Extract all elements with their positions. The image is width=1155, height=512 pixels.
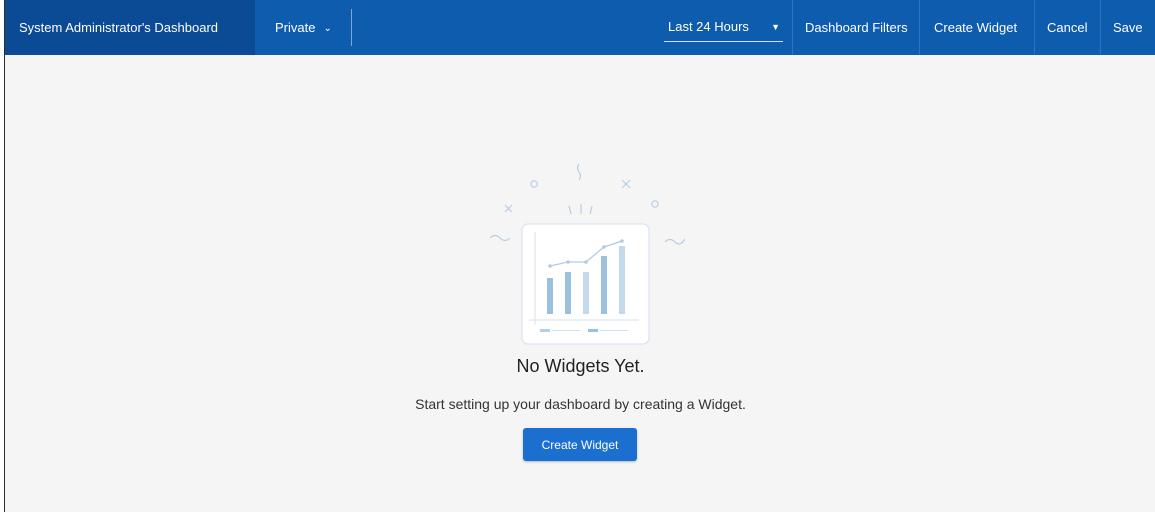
circle-sparkle-icon <box>651 200 659 208</box>
dashboard-filters-label: Dashboard Filters <box>805 20 908 35</box>
chart-bar <box>583 272 589 314</box>
dashboard-title-text: System Administrator's Dashboard <box>19 20 219 35</box>
dashboard-title: System Administrator's Dashboard <box>5 0 255 55</box>
burst-lines-icon <box>568 204 593 215</box>
create-widget-button[interactable]: Create Widget <box>523 428 637 461</box>
cross-sparkle-icon <box>621 179 631 189</box>
save-label: Save <box>1113 20 1143 35</box>
header-divider <box>919 0 920 55</box>
chart-bar <box>565 272 571 314</box>
circle-sparkle-icon <box>530 180 538 188</box>
header-divider <box>792 0 793 55</box>
chevron-down-icon: ⌄ <box>323 23 332 34</box>
caret-down-icon: ▼ <box>771 21 780 32</box>
create-widget-header-button[interactable]: Create Widget <box>934 0 1017 55</box>
dashboard-filters-button[interactable]: Dashboard Filters <box>805 0 908 55</box>
cancel-button[interactable]: Cancel <box>1047 0 1087 55</box>
empty-state-subtitle: Start setting up your dashboard by creat… <box>415 396 746 412</box>
cancel-label: Cancel <box>1047 20 1088 35</box>
empty-chart-illustration <box>489 163 685 345</box>
empty-state-title: No Widgets Yet. <box>516 356 645 376</box>
visibility-value: Private <box>275 20 316 35</box>
legend-swatch <box>540 329 550 332</box>
chart-bar <box>547 278 553 314</box>
header-divider <box>1034 0 1035 55</box>
time-range-value: Last 24 Hours <box>668 19 749 34</box>
top-bar: System Administrator's Dashboard Private… <box>5 0 1155 55</box>
dashboard-frame: System Administrator's Dashboard Private… <box>4 0 1155 512</box>
time-range-dropdown[interactable]: Last 24 Hours ▼ <box>664 18 783 42</box>
cross-sparkle-icon <box>504 204 513 213</box>
squiggle-sparkle-icon <box>576 163 582 181</box>
header-divider <box>1100 0 1101 55</box>
save-button[interactable]: Save <box>1113 0 1143 55</box>
visibility-dropdown[interactable]: Private ⌄ <box>275 0 332 55</box>
create-widget-header-label: Create Widget <box>934 20 1018 35</box>
chart-bar <box>601 256 607 314</box>
wave-sparkle-icon <box>489 234 511 242</box>
chart-bar <box>619 246 625 314</box>
legend-swatch <box>588 329 598 332</box>
header-divider <box>351 9 352 46</box>
wave-sparkle-icon <box>664 238 685 245</box>
